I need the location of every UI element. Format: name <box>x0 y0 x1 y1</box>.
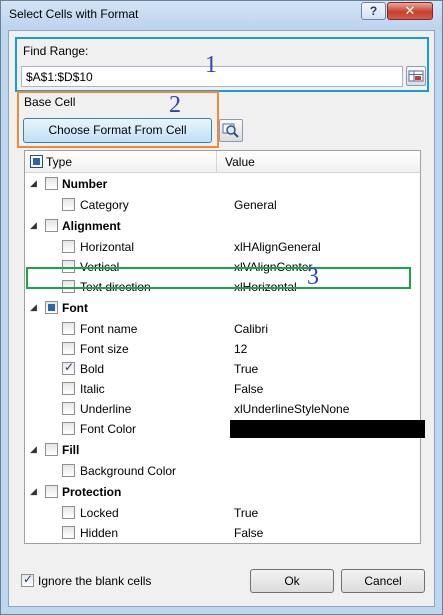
select-all-checkbox[interactable] <box>30 155 43 168</box>
property-value: True <box>234 506 259 520</box>
dialog-window: Select Cells with Format ? ✕ Find Range:… <box>0 0 443 615</box>
property-label: Horizontal <box>80 240 135 254</box>
group-label: Font <box>62 301 88 315</box>
collapse-triangle-icon[interactable]: ◢ <box>30 220 37 231</box>
dialog-body: Find Range: $A$1:$D$10 1 Base Cell Choos… <box>8 30 435 607</box>
annotation-marker-3: 3 <box>307 264 319 290</box>
checkbox[interactable] <box>62 402 75 415</box>
collapse-triangle-icon[interactable]: ◢ <box>30 302 37 313</box>
property-value: False <box>234 526 264 540</box>
column-divider[interactable] <box>216 151 217 173</box>
checkbox[interactable] <box>62 198 75 211</box>
property-label: Italic <box>80 382 105 396</box>
property-row-horizontal[interactable]: Horizontal xlHAlignGeneral <box>25 237 420 257</box>
property-label: Category <box>80 198 129 212</box>
property-label: Underline <box>80 402 132 416</box>
property-row-locked[interactable]: Locked True <box>25 503 420 523</box>
group-row-fill[interactable]: ◢ Fill <box>25 440 420 460</box>
group-label: Protection <box>62 485 122 499</box>
checkbox[interactable] <box>62 382 75 395</box>
collapse-triangle-icon[interactable]: ◢ <box>30 178 37 189</box>
property-label: Font size <box>80 342 129 356</box>
property-row-font-color[interactable]: Font Color <box>25 419 425 439</box>
column-header-type[interactable]: Type <box>46 155 72 169</box>
property-value: 12 <box>234 342 248 356</box>
base-cell-label: Base Cell <box>24 95 76 109</box>
ignore-blank-cells-label[interactable]: Ignore the blank cells <box>38 574 151 588</box>
collapse-triangle-icon[interactable]: ◢ <box>30 486 37 497</box>
preview-button[interactable] <box>219 119 243 142</box>
group-label: Number <box>62 177 108 191</box>
window-title: Select Cells with Format <box>9 7 139 21</box>
checkbox[interactable] <box>45 301 58 314</box>
property-row-font-size[interactable]: Font size 12 <box>25 339 420 359</box>
property-row-hidden[interactable]: Hidden False <box>25 523 420 543</box>
property-value: False <box>234 382 264 396</box>
property-value: Calibri <box>234 322 269 336</box>
checkbox[interactable] <box>62 422 75 435</box>
property-value: xlHAlignGeneral <box>234 240 321 254</box>
find-range-label: Find Range: <box>23 44 89 58</box>
collapse-triangle-icon[interactable]: ◢ <box>30 444 37 455</box>
group-label: Alignment <box>62 219 121 233</box>
checkbox[interactable] <box>62 240 75 253</box>
close-button[interactable]: ✕ <box>387 2 433 20</box>
base-cell-group: Base Cell Choose Format From Cell <box>17 91 219 148</box>
bold-row-highlight <box>26 267 411 289</box>
property-label: Background Color <box>80 464 177 478</box>
ignore-blank-cells-checkbox[interactable] <box>21 572 34 587</box>
property-label: Font Color <box>80 422 137 436</box>
cancel-button[interactable]: Cancel <box>341 569 425 593</box>
help-button[interactable]: ? <box>361 2 386 20</box>
checkbox[interactable] <box>45 177 58 190</box>
group-row-protection[interactable]: ◢ Protection <box>25 482 420 502</box>
property-label: Hidden <box>80 526 119 540</box>
property-label: Bold <box>80 362 105 376</box>
checkbox[interactable] <box>45 219 58 232</box>
property-label: Locked <box>80 506 119 520</box>
checkbox[interactable] <box>62 526 75 539</box>
group-label: Fill <box>62 443 80 457</box>
choose-format-from-cell-button[interactable]: Choose Format From Cell <box>23 118 212 143</box>
property-row-underline[interactable]: Underline xlUnderlineStyleNone <box>25 399 420 419</box>
property-row-italic[interactable]: Italic False <box>25 379 420 399</box>
property-value: True <box>234 362 259 376</box>
column-header-value[interactable]: Value <box>225 155 255 169</box>
grid-header: Type Value <box>25 151 420 173</box>
find-range-group: Find Range: $A$1:$D$10 <box>15 37 429 92</box>
checkbox[interactable] <box>62 506 75 519</box>
property-value: General <box>234 198 277 212</box>
annotation-marker-1: 1 <box>205 52 217 78</box>
title-bar[interactable]: Select Cells with Format ? ✕ <box>1 1 442 29</box>
ok-button[interactable]: Ok <box>250 569 334 593</box>
font-color-swatch <box>230 420 425 438</box>
checkbox[interactable] <box>62 360 75 375</box>
property-row-bold[interactable]: Bold True <box>25 359 420 379</box>
property-row-category[interactable]: Category General <box>25 195 420 215</box>
property-label: Font name <box>80 322 138 336</box>
format-property-grid[interactable]: Type Value ◢ Number Category General ◢ A… <box>24 150 425 544</box>
annotation-marker-2: 2 <box>169 92 181 118</box>
property-value: xlUnderlineStyleNone <box>234 402 350 416</box>
group-row-alignment[interactable]: ◢ Alignment <box>25 216 420 236</box>
group-row-number[interactable]: ◢ Number <box>25 174 420 194</box>
magnifier-icon <box>222 123 239 138</box>
checkbox[interactable] <box>62 342 75 355</box>
group-row-font[interactable]: ◢ Font <box>25 298 420 318</box>
checkbox[interactable] <box>62 322 75 335</box>
range-select-icon <box>408 70 424 82</box>
select-range-button[interactable] <box>406 66 426 86</box>
checkbox[interactable] <box>62 464 75 477</box>
checkbox[interactable] <box>45 485 58 498</box>
property-row-font-name[interactable]: Font name Calibri <box>25 319 420 339</box>
checkbox[interactable] <box>45 443 58 456</box>
property-row-background-color[interactable]: Background Color <box>25 461 420 481</box>
